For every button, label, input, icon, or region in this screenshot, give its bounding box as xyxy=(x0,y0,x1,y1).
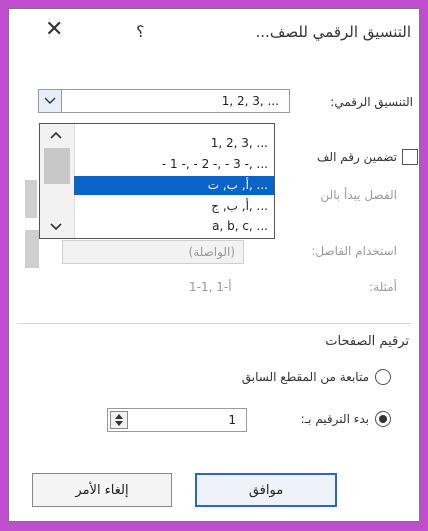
number-format-dropdown: 1, 2, 3, ... - 1 -, - 2 -, - 3 -, ... أ,… xyxy=(39,123,275,239)
format-option[interactable]: - 1 -, - 2 -, - 3 -, ... xyxy=(74,155,274,174)
scroll-thumb[interactable] xyxy=(44,148,70,184)
cancel-button[interactable]: إلغاء الأمر xyxy=(32,473,172,507)
ok-label: موافق xyxy=(248,482,284,498)
close-button[interactable]: ✕ xyxy=(45,19,63,41)
chevron-down-icon[interactable] xyxy=(114,420,124,427)
use-separator-label: استخدام الفاصل: xyxy=(311,244,397,258)
cancel-label: إلغاء الأمر xyxy=(75,482,129,498)
dropdown-scrollbar[interactable] xyxy=(40,124,75,238)
start-at-value: 1 xyxy=(228,413,236,427)
chevron-up-icon[interactable] xyxy=(114,413,124,420)
title-bar: التنسيق الرقمي للصف... ؟ ✕ xyxy=(9,9,419,55)
start-at-spinner[interactable]: 1 xyxy=(107,408,247,432)
include-chapter-label: تضمين رقم الف xyxy=(317,150,397,164)
format-option[interactable]: a, b, c, ... xyxy=(74,217,274,236)
examples-value: 1-1, 1-أ xyxy=(189,280,232,294)
number-format-combo[interactable]: 1, 2, 3, ... xyxy=(38,89,290,113)
separator-select: (الواصلة) xyxy=(62,240,244,264)
continue-radio[interactable] xyxy=(375,369,391,385)
number-format-label: التنسيق الرقمي: xyxy=(330,95,413,109)
chevron-down-icon[interactable] xyxy=(49,220,63,234)
separator-value: (الواصلة) xyxy=(188,245,235,259)
chapter-starts-label: الفصل يبدأ بالن xyxy=(320,188,397,202)
number-format-value: 1, 2, 3, ... xyxy=(221,94,279,108)
page-numbering-heading: ترقيم الصفحات xyxy=(325,334,409,349)
help-button[interactable]: ؟ xyxy=(136,22,145,41)
disabled-style-block xyxy=(25,180,37,218)
format-option[interactable]: أ, ب, ج, ... xyxy=(74,197,274,216)
dialog-title: التنسيق الرقمي للصف... xyxy=(255,23,411,41)
start-at-label: بدء الترقيم بـ: xyxy=(300,412,369,426)
format-option[interactable]: 1, 2, 3, ... xyxy=(74,134,274,153)
start-at-radio[interactable] xyxy=(375,411,391,427)
radio-dot xyxy=(379,415,387,423)
spinner-buttons xyxy=(110,411,128,429)
format-option-selected[interactable]: أ, ب, ت, ... xyxy=(74,176,274,195)
continue-label: متابعة من المقطع السابق xyxy=(241,370,369,384)
include-chapter-checkbox[interactable] xyxy=(402,149,418,165)
disabled-separator-block xyxy=(25,230,39,268)
divider xyxy=(17,323,411,324)
ok-button[interactable]: موافق xyxy=(195,473,337,507)
chevron-down-icon[interactable] xyxy=(39,90,62,112)
page-number-format-dialog: التنسيق الرقمي للصف... ؟ ✕ التنسيق الرقم… xyxy=(8,8,420,522)
examples-label: أمثلة: xyxy=(369,280,397,294)
chevron-up-icon[interactable] xyxy=(49,128,63,142)
